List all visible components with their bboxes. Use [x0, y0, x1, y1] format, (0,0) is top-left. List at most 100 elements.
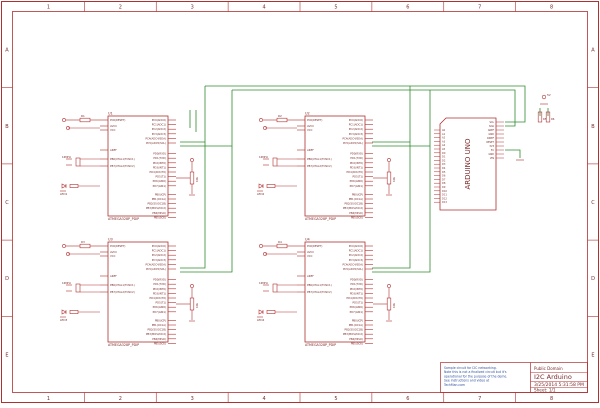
column-label: 7	[478, 396, 481, 402]
pin-label: PD2(INT0)	[350, 161, 363, 165]
pin-label: PB4(MISO)	[349, 211, 363, 215]
row-label: E	[591, 352, 594, 358]
pin-label: PC1(ADC1)	[349, 123, 363, 127]
pin-label: PC2(ADC2)	[152, 253, 166, 257]
uno-pin-label: D9	[442, 186, 446, 189]
schematic-sheet: 1 1 2 2 3 3 4 4 5 5 6 6 7 7 8 8 A A B B C C D D E E U1 ATMEGA328P_…	[0, 0, 600, 404]
row-label: D	[591, 276, 595, 282]
uno-pin-label: D10	[442, 190, 447, 193]
pin-label: PD0(RXD)	[350, 278, 363, 282]
chip-name: ATMEGA328P_PDIP	[305, 217, 336, 221]
uno-pin-label: A5	[442, 148, 446, 151]
pin-label: PC6(RESET)	[110, 244, 125, 248]
pin-label: PD4(XCK/T0)	[150, 296, 166, 300]
chip-ref: U2	[305, 112, 310, 116]
license-text: Public Domain	[534, 366, 563, 371]
note-line: TechMan.com	[443, 383, 465, 387]
pin-label: PD3(INT1)	[153, 165, 166, 169]
row-label: A	[5, 48, 9, 54]
pin-label: PB5(SCK)	[154, 215, 166, 219]
pin-label: PC2(ADC2)	[349, 253, 363, 257]
row-label: B	[591, 124, 595, 130]
pin-label: PC5(ADC5/SCL)	[146, 141, 166, 145]
pin-label: PD3(INT1)	[350, 165, 363, 169]
column-label: 4	[262, 5, 265, 11]
uno-pin-label: D8	[442, 182, 446, 185]
pin-label: PC2(ADC2)	[349, 127, 363, 131]
pin-label: VCC	[110, 254, 116, 258]
pin-label: PC2(ADC2)	[152, 127, 166, 131]
pin-label: PD0(RXD)	[153, 278, 166, 282]
uno-pin-label: AREF	[488, 129, 495, 132]
pin-label: PD1(TXD)	[350, 156, 363, 160]
pot-value: 10k	[392, 302, 396, 308]
led	[61, 309, 67, 315]
column-label: 5	[334, 5, 337, 11]
pin-label: PD5(T1)	[353, 175, 363, 179]
pin-label: PB0(ICP)	[352, 192, 363, 196]
pin-label: PC0(ADC0)	[349, 118, 363, 122]
sheet-number: Sheet: 1/1	[534, 388, 556, 393]
pin-label: PC3(ADC3)	[152, 258, 166, 262]
chip-ref: U3	[108, 238, 113, 242]
vcc-symbol	[62, 244, 66, 248]
column-label: 6	[406, 396, 409, 402]
pin-label: PD1(TXD)	[350, 282, 363, 286]
pin-label: PC3(ADC3)	[349, 132, 363, 136]
column-label: 4	[262, 396, 265, 402]
pullup-ref: R6	[551, 117, 555, 121]
pin-label: PD4(XCK/T0)	[347, 170, 363, 174]
uno-pin-label: GND	[489, 133, 495, 136]
potentiometer	[189, 297, 195, 311]
pin-label: PB1(OC1A)	[349, 323, 363, 327]
pin-label: VCC	[110, 128, 116, 132]
pin-label: PD2(INT0)	[153, 287, 166, 291]
pin-label: PB7(XTAL2/TOSC2)	[307, 164, 332, 168]
pin-label: PC0(ADC0)	[152, 118, 166, 122]
led	[61, 183, 67, 189]
frame-outer	[1, 1, 599, 403]
pin-label: PB5(SCK)	[154, 341, 166, 345]
uno-pin-label: D7	[442, 178, 446, 181]
column-label: 5	[334, 396, 337, 402]
crystal	[75, 283, 81, 293]
chip-ref: U1	[108, 112, 113, 116]
column-label: 1	[47, 5, 50, 11]
pin-label: PD5(T1)	[353, 301, 363, 305]
pin-label: PC5(ADC5/SCL)	[343, 141, 363, 145]
pin-label: PB2(SS/OC1B)	[148, 328, 166, 332]
vcc-symbol	[387, 284, 391, 288]
led	[258, 309, 264, 315]
pin-label: PC6(RESET)	[307, 244, 322, 248]
pin-label: PD2(INT0)	[153, 161, 166, 165]
schematic-title: I2C Arduino	[534, 373, 572, 381]
pin-label: PB7(XTAL2/TOSC2)	[110, 290, 135, 294]
column-label: 1	[47, 396, 50, 402]
uno-pin-label: D11	[442, 194, 447, 197]
crystal	[75, 157, 81, 167]
uno-pin-label: 3V3	[489, 145, 494, 148]
crystal-ref: 16MHz	[259, 281, 268, 285]
pin-label: PB6(XTAL1/TOSC1)	[307, 157, 332, 161]
resistor-ref: R1	[81, 114, 85, 118]
potentiometer	[386, 171, 392, 185]
pin-label: PD4(XCK/T0)	[347, 296, 363, 300]
pin-label: PD0(RXD)	[153, 152, 166, 156]
uno-pin-label: A3	[442, 140, 446, 143]
frame-grid-labels: 1 1 2 2 3 3 4 4 5 5 6 6 7 7 8 8 A A B B C C D D E E	[1, 1, 599, 403]
row-label: C	[591, 200, 595, 206]
pin-label: PB7(XTAL2/TOSC2)	[110, 164, 135, 168]
led-resistor	[69, 310, 79, 314]
reset-resistor	[79, 243, 91, 249]
supply-label: 5V	[547, 93, 551, 97]
pin-label: PB5(SCK)	[351, 215, 363, 219]
pin-label: PB5(SCK)	[351, 341, 363, 345]
uno-pin-label: 5V	[491, 149, 495, 152]
uno-pin-label: GND	[489, 153, 495, 156]
potentiometer	[386, 297, 392, 311]
pin-label: AVCC	[307, 124, 314, 128]
crystal-ref: 16MHz	[62, 155, 71, 159]
pin-label: PC6(RESET)	[110, 118, 125, 122]
pin-label: PD6(AIN0)	[350, 179, 363, 183]
pin-label: PB2(SS/OC1B)	[148, 202, 166, 206]
